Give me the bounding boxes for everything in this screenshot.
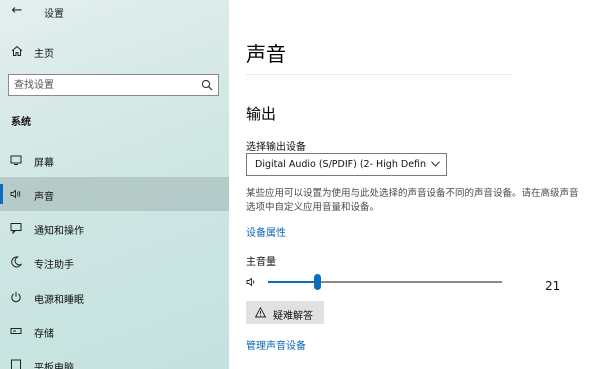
- speaker-icon: [10, 189, 21, 199]
- manage-sound-devices-link[interactable]: 管理声音设备: [246, 337, 306, 352]
- slider-thumb[interactable]: [314, 274, 321, 290]
- power-icon: [11, 291, 21, 303]
- page-title: 声音: [246, 42, 286, 66]
- search-box: [8, 74, 219, 96]
- sidebar-item-display[interactable]: 屏幕: [0, 143, 229, 177]
- back-button[interactable]: ←: [8, 3, 26, 19]
- sidebar-item-power-sleep[interactable]: 电源和睡眠: [0, 280, 229, 314]
- output-heading: 输出: [246, 105, 277, 123]
- section-title: 系统: [11, 117, 31, 128]
- search-icon[interactable]: [201, 79, 213, 91]
- speaker-icon[interactable]: [246, 276, 258, 288]
- troubleshoot-button[interactable]: 疑难解答: [246, 301, 324, 324]
- sidebar-item-label: 专注助手: [34, 260, 74, 271]
- sidebar-item-label: 平板电脑: [34, 363, 74, 369]
- home-icon: [11, 45, 23, 56]
- warning-icon: [255, 307, 266, 318]
- app-title: 设置: [44, 9, 64, 20]
- sidebar-item-tablet[interactable]: 平板电脑: [0, 348, 229, 369]
- volume-value: 21: [545, 279, 561, 293]
- divider: [247, 74, 512, 77]
- sidebar-item-focus-assist[interactable]: 专注助手: [0, 245, 229, 279]
- sidebar-item-label: 存储: [34, 329, 54, 340]
- title-bar: ← 设置: [0, 0, 229, 24]
- slider-fill: [268, 281, 317, 283]
- search-input[interactable]: [9, 75, 194, 95]
- volume-slider[interactable]: [268, 272, 502, 292]
- output-device-label: 选择输出设备: [246, 142, 306, 153]
- moon-icon: [11, 256, 22, 268]
- sidebar-item-home[interactable]: 主页: [0, 40, 229, 62]
- sidebar-item-label: 声音: [34, 192, 54, 203]
- sidebar: ← 设置 主页 系统 屏幕 声音 通知: [0, 0, 229, 369]
- storage-icon: [10, 328, 22, 334]
- sidebar-item-label: 屏幕: [34, 158, 54, 169]
- notification-icon: [10, 223, 22, 234]
- sidebar-item-storage[interactable]: 存储: [0, 314, 229, 348]
- output-device-value: Digital Audio (S/PDIF) (2- High Definiti…: [255, 159, 427, 170]
- main-content: 声音 输出 选择输出设备 Digital Audio (S/PDIF) (2- …: [229, 0, 600, 369]
- back-arrow-icon: ←: [11, 3, 23, 18]
- sidebar-item-label: 通知和操作: [34, 226, 84, 237]
- tablet-icon: [11, 359, 21, 369]
- sidebar-item-sound[interactable]: 声音: [0, 177, 229, 211]
- master-volume-label: 主音量: [246, 257, 276, 268]
- sidebar-item-notifications[interactable]: 通知和操作: [0, 211, 229, 245]
- output-description: 某些应用可以设置为使用与此处选择的声音设备不同的声音设备。请在高级声音选项中自定…: [246, 188, 579, 213]
- sidebar-item-label: 主页: [34, 49, 54, 60]
- troubleshoot-label: 疑难解答: [273, 311, 313, 322]
- output-device-select[interactable]: Digital Audio (S/PDIF) (2- High Definiti…: [246, 153, 447, 176]
- device-properties-link[interactable]: 设备属性: [246, 224, 286, 239]
- chevron-down-icon: [431, 161, 440, 167]
- display-icon: [10, 155, 22, 165]
- sidebar-item-label: 电源和睡眠: [34, 295, 84, 306]
